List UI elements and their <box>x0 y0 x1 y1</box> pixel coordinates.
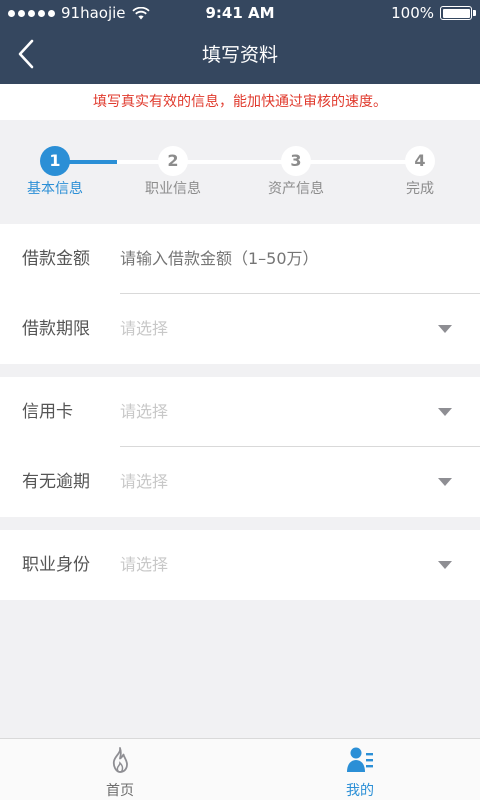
user-list-icon <box>347 747 373 772</box>
loan-section: 借款金额 借款期限 请选择 <box>0 224 480 364</box>
tab-home[interactable]: 首页 <box>60 739 180 800</box>
loan-amount-field: 借款金额 <box>0 224 480 294</box>
dropdown-arrow-icon <box>438 408 452 416</box>
tab-bar: 首页 我的 <box>0 738 480 800</box>
flame-icon <box>112 747 128 773</box>
overdue-field[interactable]: 有无逾期 请选择 <box>0 447 480 517</box>
navigation-header: 91haojie 9:41 AM 100% 填写资料 <box>0 0 480 84</box>
loan-term-field[interactable]: 借款期限 请选择 <box>0 294 480 364</box>
step-career-info: 2 职业信息 <box>118 146 228 198</box>
field-label: 职业身份 <box>22 555 90 575</box>
occupation-section: 职业身份 请选择 <box>0 530 480 600</box>
field-label: 有无逾期 <box>22 472 90 492</box>
loan-amount-input[interactable] <box>120 224 450 294</box>
dropdown-arrow-icon <box>438 478 452 486</box>
step-number: 1 <box>40 146 70 176</box>
step-label: 完成 <box>406 181 434 197</box>
credit-card-select[interactable]: 请选择 <box>120 377 450 447</box>
tab-label: 首页 <box>106 783 134 799</box>
step-basic-info: 1 基本信息 <box>0 146 110 198</box>
step-number: 4 <box>405 146 435 176</box>
dropdown-arrow-icon <box>438 325 452 333</box>
step-label: 基本信息 <box>27 181 83 197</box>
step-number: 2 <box>158 146 188 176</box>
battery-percent: 100% <box>391 4 434 22</box>
step-asset-info: 3 资产信息 <box>241 146 351 198</box>
battery-icon <box>440 6 476 20</box>
field-label: 借款期限 <box>22 319 90 339</box>
occupation-field[interactable]: 职业身份 请选择 <box>0 530 480 600</box>
loan-term-select[interactable]: 请选择 <box>120 294 450 364</box>
field-label: 借款金额 <box>22 249 90 269</box>
step-label: 资产信息 <box>268 181 324 197</box>
status-bar: 91haojie 9:41 AM 100% <box>0 0 480 26</box>
status-right: 100% <box>391 4 476 22</box>
step-label: 职业信息 <box>145 181 201 197</box>
credit-card-field[interactable]: 信用卡 请选择 <box>0 377 480 447</box>
notice-banner: 填写真实有效的信息，能加快通过审核的速度。 <box>0 84 480 120</box>
credit-section: 信用卡 请选择 有无逾期 请选择 <box>0 377 480 517</box>
tab-mine[interactable]: 我的 <box>300 739 420 800</box>
step-number: 3 <box>281 146 311 176</box>
tab-label: 我的 <box>346 783 374 799</box>
page-title: 填写资料 <box>201 44 278 66</box>
step-complete: 4 完成 <box>365 146 475 198</box>
overdue-select[interactable]: 请选择 <box>120 447 450 517</box>
occupation-select[interactable]: 请选择 <box>120 530 450 600</box>
dropdown-arrow-icon <box>438 561 452 569</box>
field-label: 信用卡 <box>22 402 73 422</box>
